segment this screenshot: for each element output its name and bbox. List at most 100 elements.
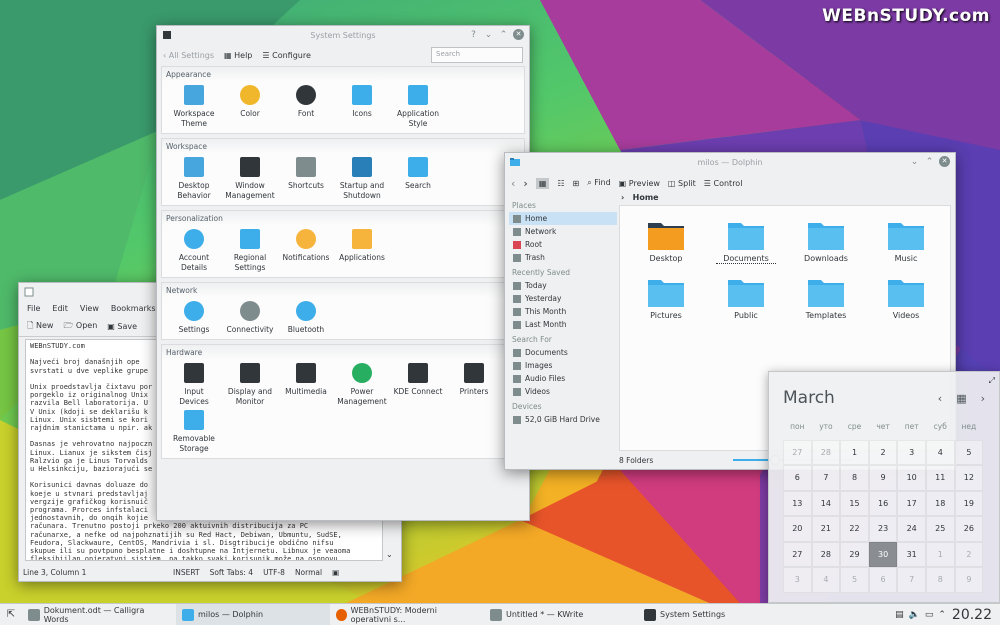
menu-view[interactable]: View xyxy=(80,304,99,314)
folder-item[interactable]: Videos xyxy=(876,277,936,320)
minimize-icon[interactable]: ⌄ xyxy=(483,30,494,40)
help-icon[interactable]: ? xyxy=(468,30,479,40)
back-button[interactable]: ‹ All Settings xyxy=(163,51,214,60)
task-button[interactable]: Dokument.odt — Calligra Words xyxy=(22,604,176,625)
maximize-icon[interactable]: ⌃ xyxy=(924,157,935,167)
calendar-today-icon[interactable]: ▦ xyxy=(956,392,966,405)
settings-titlebar[interactable]: System Settings ? ⌄ ⌃ ✕ xyxy=(157,26,529,44)
icons-view-button[interactable]: ▦ xyxy=(535,177,550,189)
settings-item[interactable]: Removable Storage xyxy=(166,407,222,454)
settings-item[interactable]: Settings xyxy=(166,298,222,335)
settings-item[interactable]: Multimedia xyxy=(278,360,334,407)
menu-file[interactable]: File xyxy=(27,304,40,314)
calendar-day[interactable]: 8 xyxy=(840,465,869,491)
task-button[interactable]: WEBnSTUDY: Moderni operativni s... xyxy=(330,604,484,625)
places-item[interactable]: This Month xyxy=(509,305,617,318)
calendar-day[interactable]: 20 xyxy=(783,516,812,542)
calendar-day[interactable]: 2 xyxy=(868,439,898,465)
calendar-day[interactable]: 6 xyxy=(783,465,812,491)
volume-icon[interactable]: 🔈 xyxy=(909,610,920,620)
calendar-day[interactable]: 26 xyxy=(954,516,984,542)
settings-item[interactable]: Display and Monitor xyxy=(222,360,278,407)
calendar-day[interactable]: 24 xyxy=(897,516,926,542)
places-item[interactable]: Today xyxy=(509,279,617,292)
forward-icon[interactable]: › xyxy=(523,177,527,190)
configure-button[interactable]: ☰ Configure xyxy=(262,51,311,60)
calendar-day[interactable]: 28 xyxy=(811,439,841,465)
task-button[interactable]: milos — Dolphin xyxy=(176,603,330,625)
places-item[interactable]: Audio Files xyxy=(509,372,617,385)
places-item[interactable]: 52,0 GiB Hard Drive xyxy=(509,413,617,426)
calendar-day[interactable]: 4 xyxy=(925,439,955,465)
settings-item[interactable]: Applications xyxy=(334,226,390,273)
calendar-day[interactable]: 10 xyxy=(897,465,926,491)
input-mode[interactable]: INSERT xyxy=(173,568,200,577)
places-item[interactable]: Videos xyxy=(509,385,617,398)
calendar-day[interactable]: 5 xyxy=(840,567,869,593)
settings-item[interactable]: Window Management xyxy=(222,154,278,201)
calendar-day[interactable]: 23 xyxy=(868,516,898,542)
task-button[interactable]: System Settings xyxy=(638,604,792,625)
settings-item[interactable]: Input Devices xyxy=(166,360,222,407)
calendar-day[interactable]: 3 xyxy=(897,439,926,465)
calendar-day[interactable]: 12 xyxy=(954,465,984,491)
settings-item[interactable]: Account Details xyxy=(166,226,222,273)
settings-item[interactable]: Startup and Shutdown xyxy=(334,154,390,201)
places-item[interactable]: Home xyxy=(509,212,617,225)
calendar-day[interactable]: 27 xyxy=(783,541,812,567)
places-item[interactable]: Documents xyxy=(509,346,617,359)
calendar-day[interactable]: 29 xyxy=(840,541,869,567)
calendar-day[interactable]: 1 xyxy=(925,541,955,567)
folder-item[interactable]: Documents xyxy=(716,220,776,264)
calendar-day[interactable]: 7 xyxy=(897,567,926,593)
close-icon[interactable]: ✕ xyxy=(513,29,524,40)
calendar-day[interactable]: 13 xyxy=(783,490,812,516)
folder-item[interactable]: Music xyxy=(876,220,936,263)
places-item[interactable]: Yesterday xyxy=(509,292,617,305)
folder-item[interactable]: Public xyxy=(716,277,776,320)
settings-item[interactable]: Application Style xyxy=(390,82,446,129)
encoding[interactable]: UTF-8 xyxy=(263,568,285,577)
settings-item[interactable]: Power Management xyxy=(334,360,390,407)
settings-item[interactable]: Font xyxy=(278,82,334,129)
calendar-day[interactable]: 4 xyxy=(811,567,841,593)
calendar-day[interactable]: 19 xyxy=(954,490,984,516)
tray-expand-icon[interactable]: ⌃ xyxy=(938,610,946,620)
folder-item[interactable]: Desktop xyxy=(636,220,696,263)
settings-item[interactable]: Notifications xyxy=(278,226,334,273)
app-launcher-icon[interactable]: ⇱ xyxy=(0,609,22,620)
places-item[interactable]: Root xyxy=(509,238,617,251)
calendar-day[interactable]: 9 xyxy=(954,567,984,593)
menu-bookmarks[interactable]: Bookmarks xyxy=(111,304,156,314)
syntax-mode[interactable]: Normal xyxy=(295,568,322,577)
network-icon[interactable]: ▭ xyxy=(925,610,934,620)
menu-edit[interactable]: Edit xyxy=(52,304,68,314)
settings-item[interactable]: Desktop Behavior xyxy=(166,154,222,201)
settings-item[interactable]: KDE Connect xyxy=(390,360,446,407)
calendar-day[interactable]: 7 xyxy=(811,465,841,491)
clipboard-icon[interactable]: ▤ xyxy=(895,610,904,620)
minimize-icon[interactable]: ⌄ xyxy=(909,157,920,167)
settings-item[interactable]: Icons xyxy=(334,82,390,129)
pin-icon[interactable]: ⤢ xyxy=(989,376,995,386)
new-button[interactable]: 🗋 New xyxy=(27,320,53,334)
settings-item[interactable]: Regional Settings xyxy=(222,226,278,273)
calendar-day[interactable]: 11 xyxy=(925,465,955,491)
maximize-icon[interactable]: ⌃ xyxy=(498,30,509,40)
folder-item[interactable]: Templates xyxy=(796,277,856,320)
calendar-day[interactable]: 6 xyxy=(868,567,898,593)
calendar-day[interactable]: 30 xyxy=(868,541,898,567)
calendar-day[interactable]: 21 xyxy=(811,516,841,542)
calendar-day[interactable]: 25 xyxy=(925,516,955,542)
calendar-day[interactable]: 31 xyxy=(897,541,926,567)
settings-item[interactable]: Shortcuts xyxy=(278,154,334,201)
calendar-day[interactable]: 16 xyxy=(868,490,898,516)
task-button[interactable]: Untitled * — KWrite xyxy=(484,604,638,625)
details-view-button[interactable]: ⊞ xyxy=(573,179,580,188)
places-item[interactable]: Images xyxy=(509,359,617,372)
folder-item[interactable]: Downloads xyxy=(796,220,856,263)
help-button[interactable]: ▦ Help xyxy=(224,51,252,60)
settings-item[interactable]: Printers xyxy=(446,360,502,407)
calendar-day[interactable]: 14 xyxy=(811,490,841,516)
calendar-day[interactable]: 1 xyxy=(840,439,869,465)
